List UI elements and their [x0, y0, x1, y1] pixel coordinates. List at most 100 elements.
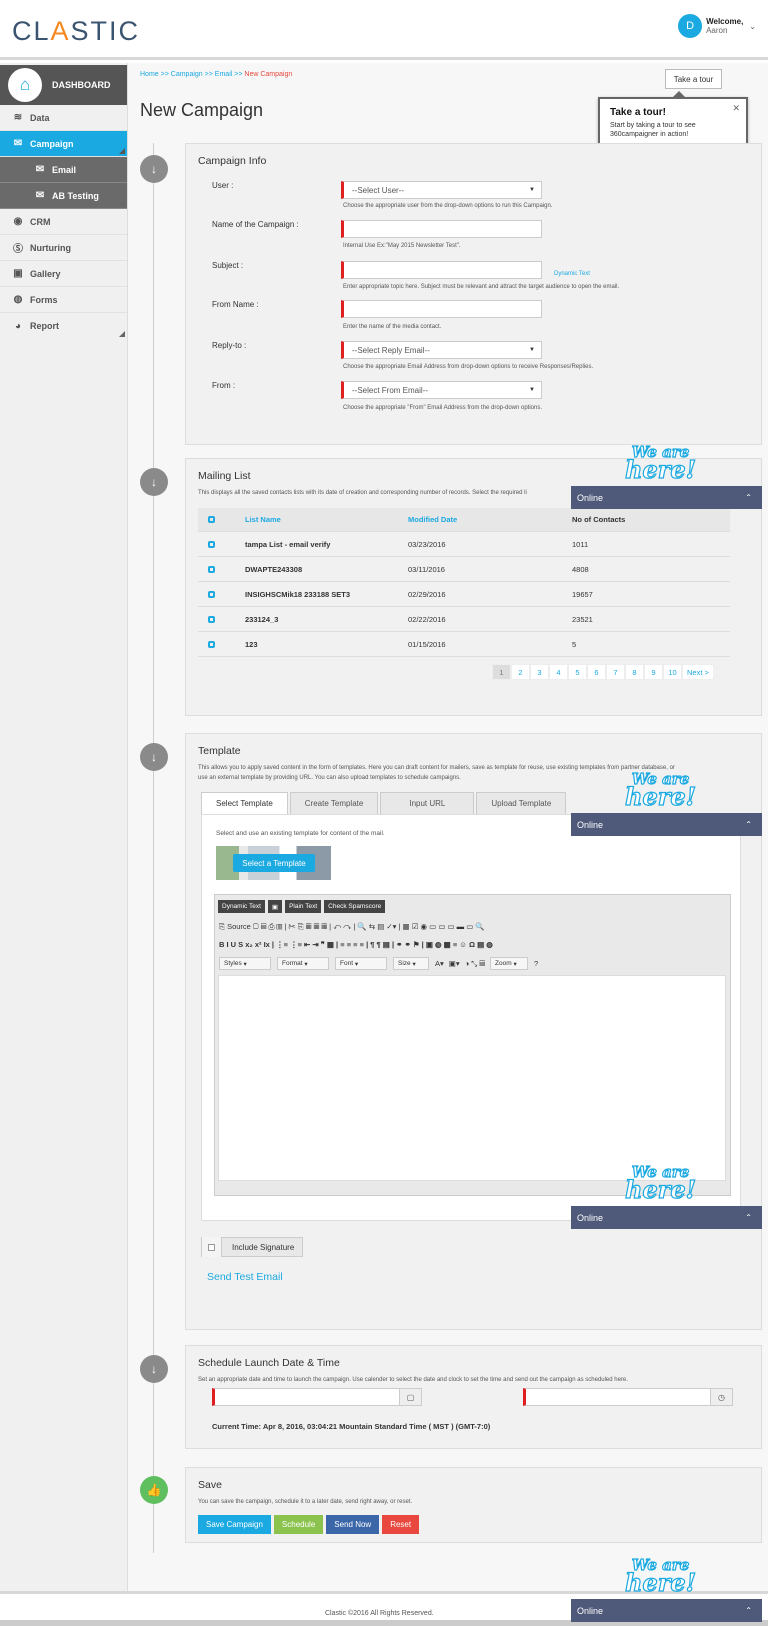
calendar-icon[interactable]: ▢: [399, 1389, 421, 1405]
column-header[interactable]: List Name: [245, 515, 408, 524]
row-checkbox[interactable]: [208, 615, 215, 623]
dynamic-text-link[interactable]: Dynamic Text: [554, 271, 590, 277]
chat-status-bar[interactable]: Online ⌃: [571, 1599, 762, 1622]
breadcrumb-home[interactable]: Home: [140, 71, 159, 78]
check-spamscore-button[interactable]: Check Spamscore: [324, 900, 386, 913]
time-input[interactable]: ◷: [523, 1388, 733, 1406]
from-email-select[interactable]: --Select From Email-- ▼: [341, 381, 542, 399]
campaign-name-input[interactable]: [341, 220, 542, 238]
chat-widget[interactable]: We are here! Online ⌃: [571, 770, 762, 836]
send-test-email-link[interactable]: Send Test Email: [207, 1271, 283, 1283]
tab-upload-template[interactable]: Upload Template: [476, 792, 567, 814]
editor-toolbar-row[interactable]: ⎘ Source ▢ ▤ ⎙ ▥ | ✂ ⎘ ▦ ▦ ▦ | ↶ ↷ | 🔍 ⇆…: [219, 919, 490, 934]
page-link[interactable]: 2: [511, 664, 530, 680]
page-link[interactable]: 5: [568, 664, 587, 680]
tool-icons[interactable]: ◑ ⤡ ▤: [465, 959, 485, 969]
user-select[interactable]: --Select User-- ▼: [341, 181, 542, 199]
section-desc: use an external template by providing UR…: [198, 775, 461, 781]
page-link[interactable]: 9: [644, 664, 663, 680]
table-row[interactable]: 123 01/15/2016 5: [198, 632, 730, 657]
schedule-button[interactable]: Schedule: [273, 1515, 324, 1534]
styles-dropdown[interactable]: Styles ▾: [219, 957, 271, 970]
close-icon[interactable]: ✕: [732, 103, 740, 114]
row-checkbox[interactable]: [208, 640, 215, 648]
chevron-down-icon[interactable]: ⌄: [749, 22, 756, 31]
sidebar-item-data[interactable]: ≋ Data: [0, 105, 127, 131]
page-link[interactable]: 7: [606, 664, 625, 680]
column-header[interactable]: Modified Date: [408, 515, 572, 524]
table-row[interactable]: tampa List - email verify 03/23/2016 1011: [198, 532, 730, 557]
editor-content-area[interactable]: [218, 975, 726, 1181]
sidebar-item-report[interactable]: ◕ Report: [0, 313, 127, 339]
avatar[interactable]: D: [678, 14, 703, 38]
save-campaign-button[interactable]: Save Campaign: [198, 1515, 271, 1534]
zoom-dropdown[interactable]: Zoom ▾: [490, 957, 529, 970]
sidebar-item-forms[interactable]: ◍ Forms: [0, 287, 127, 313]
row-checkbox[interactable]: [208, 540, 215, 548]
tab-input-url[interactable]: Input URL: [380, 792, 475, 814]
date-input[interactable]: ▢: [212, 1388, 422, 1406]
bg-color-icon[interactable]: ▣▾: [449, 959, 460, 968]
page-link[interactable]: 4: [549, 664, 568, 680]
reset-button[interactable]: Reset: [382, 1515, 420, 1534]
font-dropdown[interactable]: Font ▾: [335, 957, 387, 970]
sidebar-item-email[interactable]: ✉ Email: [0, 157, 127, 183]
editor-toolbar-row[interactable]: B I U S x₂ x² Ix | ⋮≡ ⋮≡ ⇤ ⇥ ❞ ▦ | ≡ ≡ ≡…: [219, 937, 498, 952]
page-link[interactable]: 1: [492, 664, 511, 680]
signature-checkbox[interactable]: [202, 1237, 222, 1257]
row-checkbox[interactable]: [208, 565, 215, 573]
user-menu[interactable]: D Welcome, Aaron ⌄: [678, 14, 756, 38]
take-a-tour-button[interactable]: Take a tour: [665, 69, 722, 89]
plain-text-button[interactable]: Plain Text: [285, 900, 322, 913]
breadcrumb-campaign[interactable]: Campaign: [171, 71, 203, 78]
row-checkbox[interactable]: [208, 590, 215, 598]
chevron-up-icon[interactable]: ⌃: [745, 820, 752, 829]
send-now-button[interactable]: Send Now: [326, 1515, 380, 1534]
chat-widget[interactable]: We are here! Online ⌃: [571, 1556, 762, 1622]
page-link[interactable]: 6: [587, 664, 606, 680]
sidebar-dashboard[interactable]: ⌂ DASHBOARD: [0, 65, 127, 105]
home-icon: ⌂: [8, 68, 42, 102]
format-dropdown[interactable]: Format ▾: [277, 957, 329, 970]
chevron-up-icon[interactable]: ⌃: [745, 493, 752, 502]
sidebar-item-gallery[interactable]: ▣ Gallery: [0, 261, 127, 287]
select-all-checkbox[interactable]: [208, 516, 215, 523]
tab-select-template[interactable]: Select Template: [201, 792, 288, 814]
chat-status-bar[interactable]: Online ⌃: [571, 813, 762, 836]
page-link[interactable]: 8: [625, 664, 644, 680]
chat-widget[interactable]: We are here! Online ⌃: [571, 443, 762, 509]
arrow-down-icon: ↓: [140, 743, 168, 771]
envelope-icon: ✉: [35, 190, 45, 201]
sidebar-item-nurturing[interactable]: Ⓢ Nurturing: [0, 235, 127, 261]
include-signature-toggle[interactable]: Include Signature: [201, 1237, 303, 1257]
table-row[interactable]: 233124_3 02/22/2016 23521: [198, 607, 730, 632]
table-row[interactable]: INSIGHSCMik18 233188 SET3 02/29/2016 19657: [198, 582, 730, 607]
clastic-logo[interactable]: CLASTIC: [12, 16, 140, 47]
from-name-input[interactable]: [341, 300, 542, 318]
chevron-up-icon[interactable]: ⌃: [745, 1213, 752, 1222]
field-label: Name of the Campaign :: [212, 220, 299, 229]
select-template-button[interactable]: Select a Template: [233, 854, 315, 872]
page-link[interactable]: 3: [530, 664, 549, 680]
sidebar-item-campaign[interactable]: ✉ Campaign: [0, 131, 127, 157]
size-dropdown[interactable]: Size ▾: [393, 957, 429, 970]
sidebar-item-ab-testing[interactable]: ✉ AB Testing: [0, 183, 127, 209]
reply-to-select[interactable]: --Select Reply Email-- ▼: [341, 341, 542, 359]
text-color-icon[interactable]: A▾: [435, 959, 444, 968]
help-icon[interactable]: ?: [534, 959, 538, 968]
pie-chart-icon: ◕: [14, 320, 22, 332]
breadcrumb-email[interactable]: Email: [215, 71, 233, 78]
dynamic-text-button[interactable]: Dynamic Text: [218, 900, 265, 913]
subject-input[interactable]: [341, 261, 542, 279]
chat-status-bar[interactable]: Online ⌃: [571, 486, 762, 509]
chevron-up-icon[interactable]: ⌃: [745, 1606, 752, 1615]
clock-icon[interactable]: ◷: [710, 1389, 732, 1405]
chat-status-bar[interactable]: Online ⌃: [571, 1206, 762, 1229]
table-row[interactable]: DWAPTE243308 03/11/2016 4808: [198, 557, 730, 582]
chat-widget[interactable]: We are here! Online ⌃: [571, 1163, 762, 1229]
tab-create-template[interactable]: Create Template: [289, 792, 379, 814]
next-page-link[interactable]: Next >: [682, 664, 714, 680]
page-link[interactable]: 10: [663, 664, 682, 680]
image-icon[interactable]: ▣: [267, 900, 283, 913]
sidebar-item-crm[interactable]: ◉ CRM: [0, 209, 127, 235]
